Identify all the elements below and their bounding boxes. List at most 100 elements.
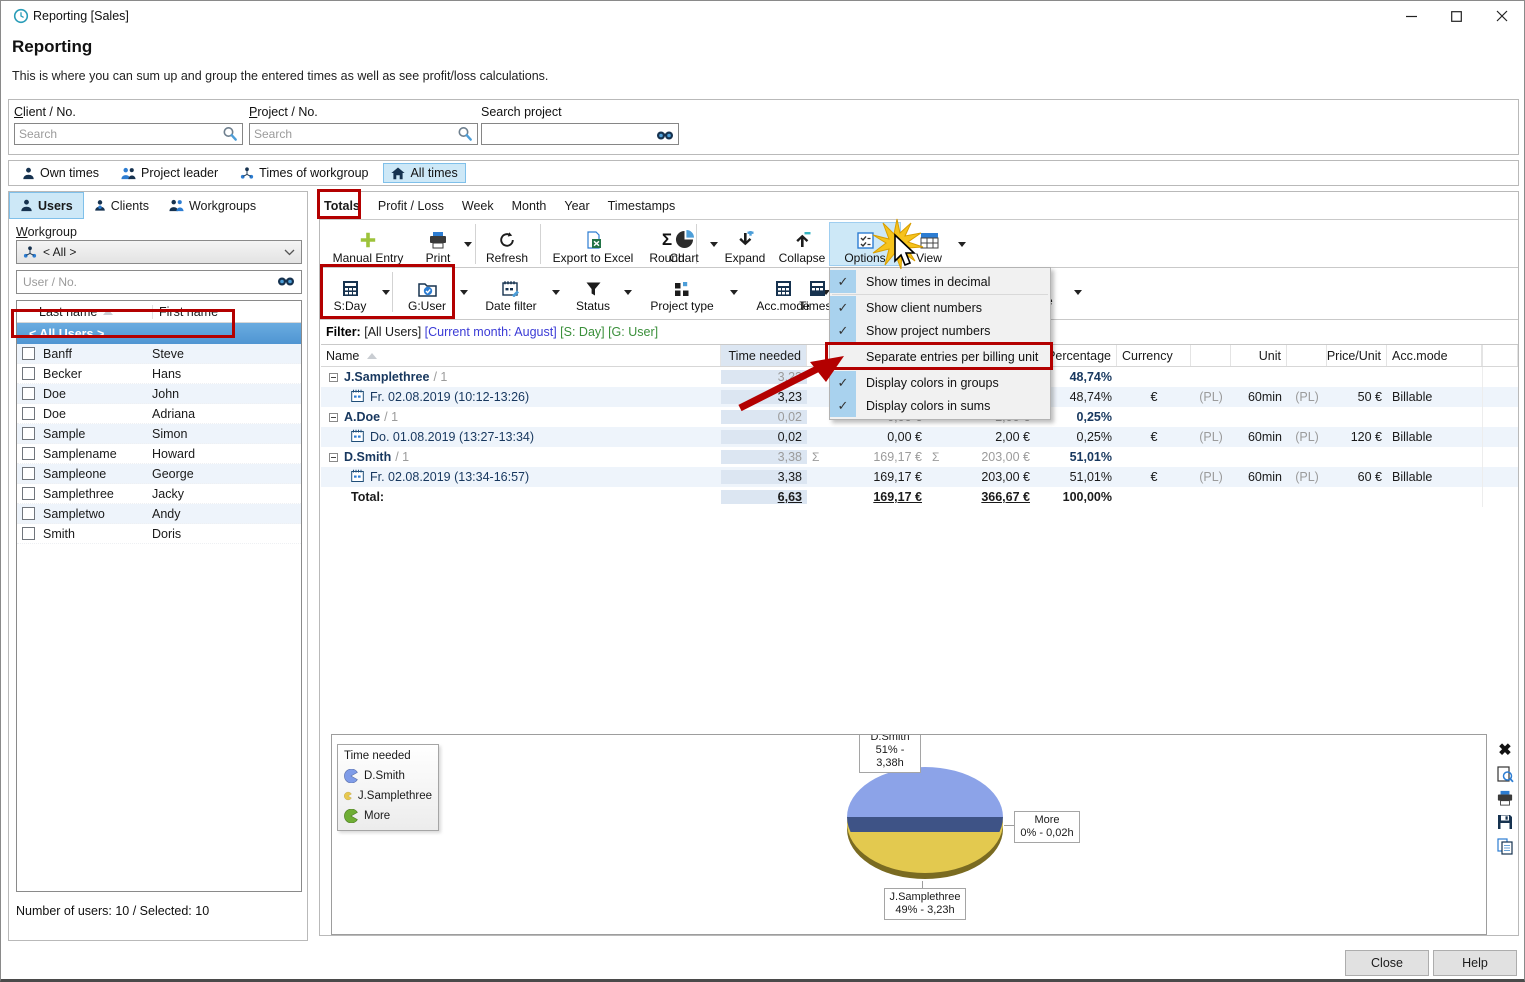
save-chart-button[interactable] [1496, 813, 1514, 831]
tab-all-times[interactable]: All times [383, 163, 465, 183]
table-row[interactable]: Do. 01.08.2019 (13:27-13:34) 0,02 0,00 €… [321, 427, 1518, 447]
chart-button[interactable]: Chart [662, 223, 706, 265]
tab-week[interactable]: Week [462, 199, 494, 213]
sort-asc-icon [103, 309, 113, 315]
person-icon [22, 167, 35, 180]
covered-dropdown-arrow[interactable] [1074, 290, 1082, 295]
manual-entry-button[interactable]: Manual Entry [324, 223, 412, 265]
user-row[interactable]: BanffSteve [17, 344, 301, 364]
view-dropdown-arrow[interactable] [958, 242, 966, 247]
sidebar-tabs: Users Clients Workgroups [9, 192, 266, 219]
workgroup-dropdown[interactable]: < All > [16, 240, 302, 264]
search-project-input[interactable] [481, 123, 679, 145]
sort-asc-icon [367, 353, 377, 359]
collapse-node-icon[interactable] [329, 413, 338, 422]
pie-chart[interactable] [842, 765, 1008, 887]
print-chart-button[interactable] [1496, 789, 1514, 807]
date-filter-dropdown-arrow[interactable] [552, 290, 560, 295]
group-user-button[interactable]: G:User [400, 271, 454, 313]
menu-item-show-client-numbers[interactable]: ✓ Show client numbers [830, 296, 1050, 319]
sidebar-tab-workgroups[interactable]: Workgroups [159, 192, 266, 219]
group-dropdown-arrow[interactable] [460, 290, 468, 295]
tab-times-of-workgroup[interactable]: Times of workgroup [233, 164, 375, 182]
view-button[interactable]: View [908, 223, 950, 265]
user-list: Last name First name < All Users > Banff… [16, 300, 302, 892]
checkbox[interactable] [22, 387, 35, 400]
project-type-button[interactable]: Project type [642, 271, 722, 313]
close-window-button[interactable] [1479, 1, 1524, 31]
check-icon: ✓ [830, 394, 856, 417]
checkbox[interactable] [22, 367, 35, 380]
sum-day-button[interactable]: S:Day [324, 271, 376, 313]
checkbox[interactable] [22, 507, 35, 520]
printer-icon [428, 231, 448, 249]
user-list-header[interactable]: Last name First name [17, 301, 301, 323]
close-chart-button[interactable]: ✖ [1496, 741, 1514, 759]
menu-item-show-times-decimal[interactable]: ✓ Show times in decimal [830, 270, 1050, 293]
close-button[interactable]: Close [1345, 950, 1429, 976]
date-filter-button[interactable]: Date filter [478, 271, 544, 313]
legend-item: D.Smith [344, 769, 432, 783]
minimize-button[interactable] [1389, 1, 1434, 31]
tab-own-times[interactable]: Own times [15, 164, 106, 182]
tab-totals[interactable]: Totals [324, 199, 360, 213]
copy-chart-button[interactable] [1496, 837, 1514, 855]
save-icon [1497, 814, 1513, 830]
status-dropdown-arrow[interactable] [624, 290, 632, 295]
tab-month[interactable]: Month [512, 199, 547, 213]
sidebar-tab-users[interactable]: Users [9, 192, 84, 219]
help-button[interactable]: Help [1433, 950, 1517, 976]
user-search-input[interactable]: User / No. [16, 270, 302, 294]
collapse-button[interactable]: Collapse [774, 223, 830, 265]
preview-chart-button[interactable] [1496, 765, 1514, 783]
sum-symbol: Σ [807, 450, 827, 464]
checkbox[interactable] [22, 487, 35, 500]
expand-button[interactable]: Expand [720, 223, 770, 265]
menu-item-display-colors-sums[interactable]: ✓ Display colors in sums [830, 394, 1050, 417]
calculator-icon [342, 280, 359, 297]
menu-item-display-colors-groups[interactable]: ✓ Display colors in groups [830, 371, 1050, 394]
checkbox[interactable] [22, 467, 35, 480]
project-type-dropdown-arrow[interactable] [730, 290, 738, 295]
sidebar-tab-clients[interactable]: Clients [84, 192, 159, 219]
all-users-row[interactable]: < All Users > [17, 323, 301, 344]
options-button[interactable]: Options [830, 223, 900, 265]
checkbox[interactable] [22, 527, 35, 540]
user-row[interactable]: SampletwoAndy [17, 504, 301, 524]
user-row[interactable]: DoeJohn [17, 384, 301, 404]
collapse-node-icon[interactable] [329, 453, 338, 462]
refresh-button[interactable]: Refresh [480, 223, 534, 265]
tab-project-leader[interactable]: Project leader [114, 164, 225, 182]
user-row[interactable]: SampleoneGeorge [17, 464, 301, 484]
user-row[interactable]: SamplethreeJacky [17, 484, 301, 504]
sum-dropdown-arrow[interactable] [382, 290, 390, 295]
collapse-node-icon[interactable] [329, 373, 338, 382]
checkbox[interactable] [22, 407, 35, 420]
user-row[interactable]: SmithDoris [17, 524, 301, 544]
table-row[interactable]: Fr. 02.08.2019 (13:34-16:57) 3,38 169,17… [321, 467, 1518, 487]
tab-year[interactable]: Year [564, 199, 589, 213]
print-dropdown-arrow[interactable] [464, 242, 472, 247]
tab-timestamps[interactable]: Timestamps [608, 199, 676, 213]
project-search-input[interactable]: Search [249, 123, 478, 145]
user-row[interactable]: SampleSimon [17, 424, 301, 444]
menu-item-separate-entries-per-billing-unit[interactable]: Separate entries per billing unit [830, 345, 1050, 368]
pie-chart-icon [675, 230, 694, 249]
table-row[interactable]: D.Smith/ 1 3,38 Σ 169,17 € Σ 203,00 € 51… [321, 447, 1518, 467]
export-to-excel-button[interactable]: Export to Excel [546, 223, 640, 265]
chart-dropdown-arrow[interactable] [710, 242, 718, 247]
checkbox[interactable] [22, 347, 35, 360]
user-row[interactable]: SamplenameHoward [17, 444, 301, 464]
client-search-input[interactable]: Search [14, 123, 243, 145]
print-button[interactable]: Print [416, 223, 460, 265]
window-title: Reporting [Sales] [33, 9, 129, 23]
status-button[interactable]: Status [570, 271, 616, 313]
user-row[interactable]: BeckerHans [17, 364, 301, 384]
checkbox[interactable] [22, 447, 35, 460]
checkbox[interactable] [22, 427, 35, 440]
menu-item-show-project-numbers[interactable]: ✓ Show project numbers [830, 319, 1050, 342]
table-total-row[interactable]: Total: 6,63 169,17 € 366,67 € 100,00% [321, 487, 1518, 507]
user-row[interactable]: DoeAdriana [17, 404, 301, 424]
tab-profit-loss[interactable]: Profit / Loss [378, 199, 444, 213]
maximize-button[interactable] [1434, 1, 1479, 31]
